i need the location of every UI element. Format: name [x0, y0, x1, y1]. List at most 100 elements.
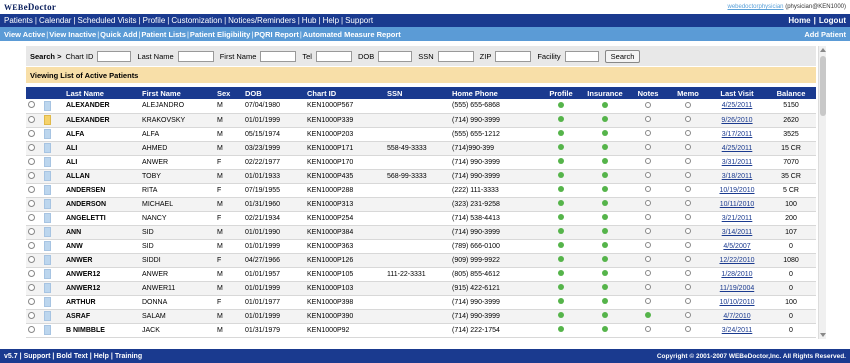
profile-status-icon[interactable] — [558, 214, 564, 220]
insurance-status-icon[interactable] — [602, 326, 608, 332]
logout-link[interactable]: Logout — [819, 16, 846, 25]
subnav-item-view-active[interactable]: View Active — [4, 30, 45, 39]
row-select-radio[interactable] — [28, 101, 35, 109]
search-input-first-name[interactable] — [260, 50, 297, 62]
last-name-cell[interactable]: ANW — [64, 239, 140, 254]
subnav-item-automated-measure-report[interactable]: Automated Measure Report — [303, 30, 401, 39]
last-visit-link[interactable]: 3/17/2011 — [722, 131, 753, 138]
notes-status-icon[interactable] — [645, 144, 651, 150]
table-row[interactable]: ANDERSON MICHAEL M 01/31/1960 KEN1000P313 (32… — [26, 197, 816, 212]
last-name-cell[interactable]: ALEXANDER — [64, 99, 140, 114]
table-row[interactable]: ALFA ALFA M 05/15/1974 KEN1000P203 (555) 655-… — [26, 127, 816, 142]
row-select-radio[interactable] — [28, 199, 35, 207]
notes-status-icon[interactable] — [645, 256, 651, 262]
profile-status-icon[interactable] — [558, 312, 564, 318]
notes-status-icon[interactable] — [645, 116, 651, 122]
memo-status-icon[interactable] — [685, 172, 691, 178]
insurance-status-icon[interactable] — [602, 158, 608, 164]
last-visit-link[interactable]: 3/31/2011 — [722, 159, 753, 166]
insurance-status-icon[interactable] — [602, 130, 608, 136]
memo-status-icon[interactable] — [685, 270, 691, 276]
memo-status-icon[interactable] — [685, 228, 691, 234]
search-input-dob[interactable] — [378, 50, 413, 62]
row-select-radio[interactable] — [28, 129, 35, 137]
last-name-cell[interactable]: ANDERSON — [64, 197, 140, 212]
profile-status-icon[interactable] — [558, 200, 564, 206]
search-input-last-name[interactable] — [177, 50, 214, 62]
row-select-radio[interactable] — [28, 143, 35, 151]
table-row[interactable]: ANWER12 ANWER11 M 01/01/1999 KEN1000P103 (915… — [26, 281, 816, 296]
last-visit-link[interactable]: 1/28/2010 — [721, 271, 752, 278]
insurance-status-icon[interactable] — [602, 256, 608, 262]
profile-status-icon[interactable] — [558, 172, 564, 178]
table-row[interactable]: ANDERSEN RITA F 07/19/1955 KEN1000P288 (222) … — [26, 183, 816, 198]
memo-status-icon[interactable] — [685, 186, 691, 192]
profile-status-icon[interactable] — [558, 186, 564, 192]
memo-status-icon[interactable] — [685, 200, 691, 206]
nav-item-profile[interactable]: Profile — [143, 16, 166, 25]
notes-status-icon[interactable] — [645, 214, 651, 220]
last-name-cell[interactable]: ALI — [64, 141, 140, 156]
subnav-item-pqri-report[interactable]: PQRI Report — [254, 30, 299, 39]
last-visit-link[interactable]: 4/25/2011 — [722, 102, 753, 109]
last-name-cell[interactable]: ANWER12 — [64, 281, 140, 296]
last-visit-link[interactable]: 4/7/2010 — [723, 313, 750, 320]
notes-status-icon[interactable] — [645, 101, 651, 108]
profile-status-icon[interactable] — [558, 101, 564, 108]
search-input-ssn[interactable] — [437, 50, 474, 62]
table-row[interactable]: ANWER SIDDI F 04/27/1966 KEN1000P126 (909) 99… — [26, 253, 816, 268]
profile-status-icon[interactable] — [558, 270, 564, 276]
notes-status-icon[interactable] — [645, 326, 651, 332]
last-visit-link[interactable]: 9/26/2010 — [721, 117, 752, 124]
row-select-radio[interactable] — [28, 325, 35, 333]
profile-status-icon[interactable] — [558, 256, 564, 262]
last-visit-link[interactable]: 3/14/2011 — [722, 229, 753, 236]
last-name-cell[interactable]: ALI — [64, 155, 140, 170]
notes-status-icon[interactable] — [645, 130, 651, 136]
profile-status-icon[interactable] — [558, 284, 564, 290]
row-select-radio[interactable] — [28, 213, 35, 221]
table-row[interactable]: ARTHUR DONNA F 01/01/1977 KEN1000P398 (714) 9… — [26, 295, 816, 310]
last-visit-link[interactable]: 4/5/2007 — [723, 243, 750, 250]
memo-status-icon[interactable] — [685, 284, 691, 290]
search-button[interactable]: Search — [604, 49, 641, 63]
profile-status-icon[interactable] — [558, 158, 564, 164]
last-visit-link[interactable]: 3/24/2011 — [722, 327, 753, 334]
last-visit-link[interactable]: 12/22/2010 — [719, 257, 754, 264]
notes-status-icon[interactable] — [645, 200, 651, 206]
row-select-radio[interactable] — [28, 227, 35, 235]
row-select-radio[interactable] — [28, 157, 35, 165]
search-input-tel[interactable] — [315, 50, 352, 62]
subnav-item-patient-eligibility[interactable]: Patient Eligibility — [190, 30, 250, 39]
row-select-radio[interactable] — [28, 311, 35, 319]
memo-status-icon[interactable] — [685, 130, 691, 136]
insurance-status-icon[interactable] — [602, 298, 608, 304]
search-input-chart-id[interactable] — [97, 50, 132, 62]
footer-link-help[interactable]: Help — [94, 353, 109, 360]
memo-status-icon[interactable] — [685, 312, 691, 318]
table-row[interactable]: ANGELETTI NANCY F 02/21/1934 KEN1000P254 (714… — [26, 211, 816, 226]
insurance-status-icon[interactable] — [602, 116, 608, 122]
scroll-down-icon[interactable] — [820, 333, 826, 337]
notes-status-icon[interactable] — [645, 172, 651, 178]
notes-status-icon[interactable] — [645, 158, 651, 164]
memo-status-icon[interactable] — [685, 298, 691, 304]
memo-status-icon[interactable] — [685, 326, 691, 332]
table-row[interactable]: ALI ANWER F 02/22/1977 KEN1000P170 (714) 990-… — [26, 155, 816, 170]
last-name-cell[interactable]: ANDERSEN — [64, 183, 140, 198]
row-select-radio[interactable] — [28, 241, 35, 249]
row-select-radio[interactable] — [28, 171, 35, 179]
row-select-radio[interactable] — [28, 283, 35, 291]
memo-status-icon[interactable] — [685, 214, 691, 220]
insurance-status-icon[interactable] — [602, 242, 608, 248]
last-visit-link[interactable]: 3/21/2011 — [722, 215, 753, 222]
last-name-cell[interactable]: ALEXANDER — [64, 113, 140, 128]
last-name-cell[interactable]: B NIMBBLE — [64, 323, 140, 338]
memo-status-icon[interactable] — [685, 144, 691, 150]
profile-status-icon[interactable] — [558, 242, 564, 248]
nav-item-calendar[interactable]: Calendar — [39, 16, 71, 25]
footer-link-bold-text[interactable]: Bold Text — [56, 353, 87, 360]
table-row[interactable]: ANW SID M 01/01/1999 KEN1000P363 (789) 666-01… — [26, 239, 816, 254]
add-patient-link[interactable]: Add Patient — [804, 30, 846, 39]
footer-link-support[interactable]: Support — [24, 353, 51, 360]
